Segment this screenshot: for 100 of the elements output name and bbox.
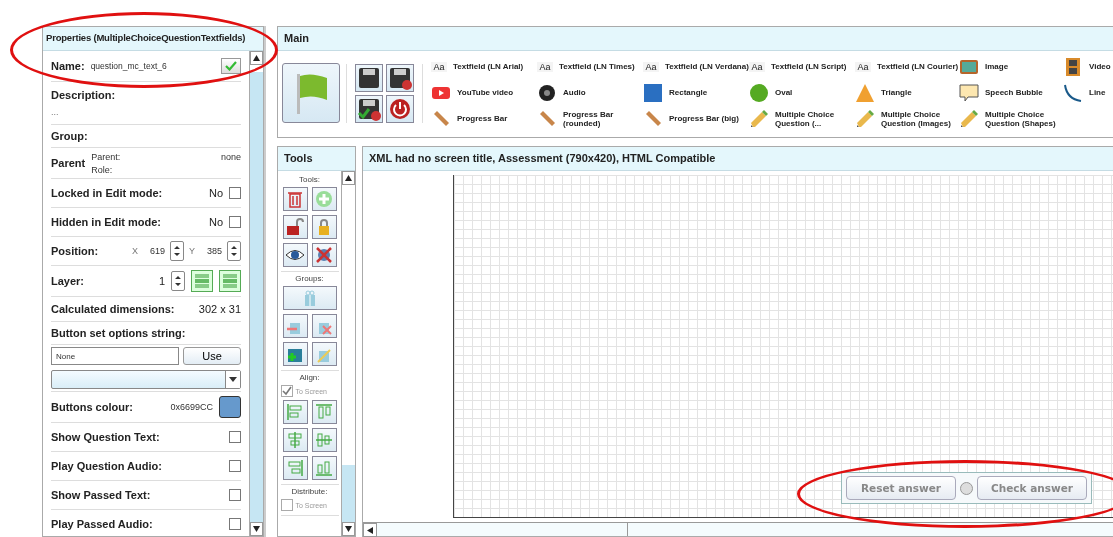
save-button[interactable] <box>355 94 383 123</box>
palette-item[interactable]: Aa Textfield (LN Verdana) <box>643 54 749 80</box>
align-bottom-button[interactable] <box>311 456 337 480</box>
spinner[interactable] <box>171 271 185 291</box>
palette-label: Textfield (LN Courier) <box>877 62 959 72</box>
scroll-thumb[interactable] <box>342 465 355 522</box>
palette-item[interactable]: Multiple Choice Question (Shapes) <box>959 106 1063 132</box>
section-label: Distribute: <box>291 487 328 496</box>
palette-item[interactable]: Aa Textfield (LN Times) <box>537 54 643 80</box>
description-value: ... <box>51 107 59 117</box>
speech-bubble-icon <box>959 83 979 103</box>
field-label: Name: <box>51 60 85 72</box>
checkbox[interactable] <box>229 518 241 530</box>
text-icon: Aa <box>537 62 553 72</box>
gift-button[interactable] <box>311 342 337 366</box>
options-field[interactable]: None <box>51 347 179 365</box>
eye-button[interactable] <box>282 243 308 267</box>
palette-item[interactable]: Speech Bubble <box>959 80 1063 106</box>
align-middle-button[interactable] <box>311 428 337 452</box>
save-button[interactable] <box>386 63 414 92</box>
name-field[interactable]: question_mc_text_6 <box>90 61 215 71</box>
trash-button[interactable] <box>282 187 308 211</box>
palette-item[interactable]: Aa Textfield (LN Arial) <box>431 54 537 80</box>
use-button[interactable]: Use <box>183 347 241 365</box>
palette-label: Oval <box>775 88 793 98</box>
field-label: Calculated dimensions: <box>51 303 176 315</box>
exit-button[interactable] <box>386 94 414 123</box>
unlocked-padlock-icon <box>285 217 305 237</box>
palette-item[interactable]: Aa Textfield (LN Courier) <box>855 54 959 80</box>
scrollbar[interactable] <box>341 171 355 536</box>
field-label: Hidden in Edit mode: <box>51 216 162 228</box>
align-top-button[interactable] <box>311 400 337 424</box>
palette-item[interactable]: Line <box>1063 80 1113 106</box>
save-button[interactable] <box>355 63 383 92</box>
checkbox[interactable] <box>229 187 241 199</box>
palette-item[interactable]: Progress Bar (big) <box>643 106 749 132</box>
checkbox[interactable] <box>280 385 293 397</box>
palette-label: Triangle <box>881 88 912 98</box>
crossed-button[interactable] <box>311 243 337 267</box>
field-label: Parent <box>51 157 86 169</box>
text-icon: Aa <box>855 62 871 72</box>
checkbox[interactable] <box>280 499 293 511</box>
checkbox[interactable] <box>229 431 241 443</box>
palette-label: Textfield (LN Script) <box>771 62 847 72</box>
palette-label: Multiple Choice Question (... <box>775 109 836 129</box>
palette-item[interactable]: Multiple Choice Question (... <box>749 106 855 132</box>
palette-item[interactable]: YouTube video <box>431 80 537 106</box>
palette-label: Video <box>1089 62 1111 72</box>
gift-button[interactable] <box>311 314 337 338</box>
spinner[interactable] <box>227 241 241 261</box>
send-backward-button[interactable] <box>219 270 241 292</box>
palette-item[interactable]: Multiple Choice Question (Images) <box>855 106 959 132</box>
gift-button[interactable] <box>282 314 308 338</box>
align-center-icon <box>285 430 305 450</box>
down-arrow-icon[interactable] <box>345 526 352 532</box>
up-arrow-icon[interactable] <box>345 175 352 181</box>
palette-item[interactable]: Video <box>1063 54 1113 80</box>
field-value: No <box>208 216 223 228</box>
gift-button[interactable] <box>282 342 308 366</box>
gift-button[interactable] <box>282 286 337 310</box>
flag-button[interactable] <box>282 63 340 123</box>
field-label: Play Passed Audio: <box>51 518 154 530</box>
align-center-button[interactable] <box>282 428 308 452</box>
palette-item[interactable]: Triangle <box>855 80 959 106</box>
checkbox[interactable] <box>229 216 241 228</box>
unlocked-padlock-button[interactable] <box>282 215 308 239</box>
align-right-button[interactable] <box>282 456 308 480</box>
palette-item[interactable]: Audio <box>537 80 643 106</box>
panel-title: Properties (MultipleChoiceQuestionTextfields) <box>43 27 263 51</box>
power-icon <box>388 96 412 121</box>
palette-item[interactable]: Progress Bar <box>431 106 537 132</box>
palette-label: Image <box>985 62 1009 72</box>
down-arrow-icon[interactable] <box>253 526 260 532</box>
caret-icon[interactable] <box>229 376 237 382</box>
curve-icon <box>1063 83 1083 103</box>
palette-item[interactable]: Image <box>959 54 1063 80</box>
palette-item[interactable]: Aa Textfield (LN Script) <box>749 54 855 80</box>
confirm-button[interactable] <box>221 58 241 74</box>
palette-item[interactable]: Progress Bar (rounded) <box>537 106 643 132</box>
checkbox[interactable] <box>229 460 241 472</box>
colour-swatch[interactable] <box>219 396 241 418</box>
palette-item[interactable]: Rectangle <box>643 80 749 106</box>
align-left-button[interactable] <box>282 400 308 424</box>
section-label: Tools: <box>299 175 320 184</box>
up-arrow-icon[interactable] <box>253 55 260 61</box>
checkbox[interactable] <box>229 489 241 501</box>
spinner[interactable] <box>170 241 184 261</box>
speaker-icon <box>537 83 557 103</box>
radio-button[interactable] <box>960 481 973 495</box>
bring-forward-button[interactable] <box>191 270 213 292</box>
field-label: Parent: <box>91 151 121 162</box>
field-label: Role: <box>91 164 113 175</box>
palette-label: Textfield (LN Arial) <box>453 62 524 72</box>
left-arrow-icon[interactable] <box>367 526 373 534</box>
palette-label: Line <box>1089 88 1106 98</box>
palette-item[interactable]: Oval <box>749 80 855 106</box>
plus-icon <box>314 189 334 209</box>
palette-label: Multiple Choice Question (Images) <box>881 109 952 129</box>
palette-label: Speech Bubble <box>985 88 1043 98</box>
plus-button[interactable] <box>311 187 337 211</box>
